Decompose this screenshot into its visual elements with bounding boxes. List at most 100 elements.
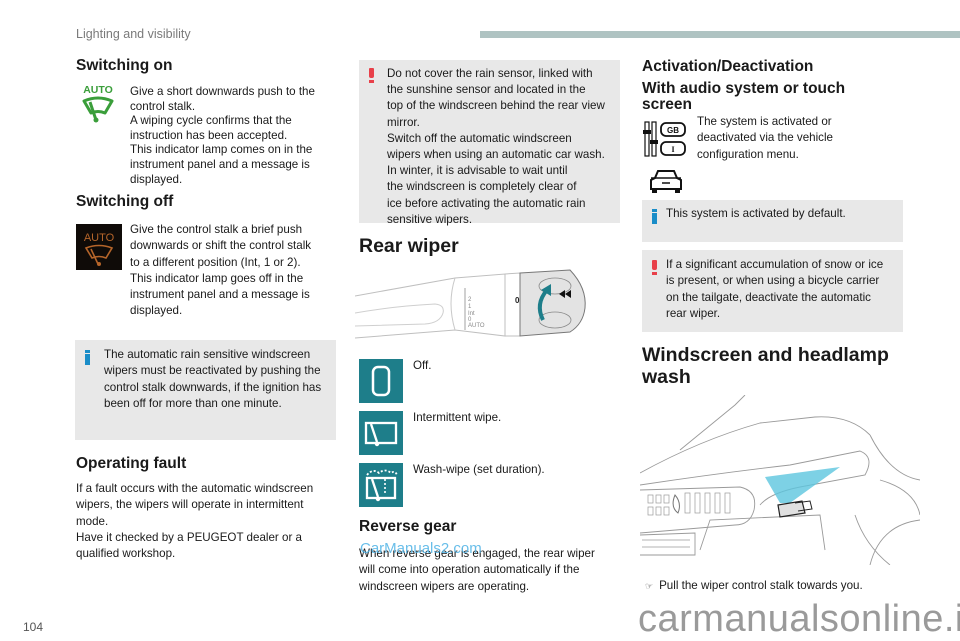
text-line: If a significant accumulation of snow or… xyxy=(666,258,884,271)
warning-icon xyxy=(652,260,657,275)
text-line: Have it checked by a PEUGEOT dealer or a xyxy=(76,530,302,544)
text-line: rear wiper. xyxy=(666,306,721,320)
intermittent-wipe-icon xyxy=(359,411,403,455)
text-line: is present, or when using a bicycle carr… xyxy=(666,274,880,288)
audio-system-title: With audio system or touch screen xyxy=(642,81,845,113)
info-icon xyxy=(652,209,657,224)
text-line: mirror. xyxy=(387,115,420,129)
mode-label-off: Off. xyxy=(413,359,432,372)
text-line: displayed. xyxy=(130,172,183,186)
auto-wiper-on-icon: AUTO xyxy=(80,84,120,126)
wiper-stalk-illustration: 2 1 Int 0 AUTO 0 xyxy=(355,269,586,339)
mode-label-intermittent: Intermittent wipe. xyxy=(413,411,502,424)
text-line: to a different position (Int, 1 or 2). xyxy=(130,255,301,269)
footer-watermark[interactable]: carmanualsonline.info xyxy=(638,598,960,641)
text-line: wipers when using an automatic car wash. xyxy=(387,148,605,162)
text-line: deactivated via the vehicle xyxy=(697,131,833,145)
text-line: will come into operation automatically i… xyxy=(359,563,580,577)
title-line: With audio system or touch xyxy=(642,80,846,97)
reverse-gear-title: Reverse gear xyxy=(359,518,457,535)
text-line: mode. xyxy=(76,514,109,528)
text-line: instrument panel and a message is xyxy=(130,157,310,171)
text-line: the sunshine sensor and located in the xyxy=(387,83,586,97)
text-line: top of the windscreen behind the rear vi… xyxy=(387,99,605,113)
info-note-default: This system is activated by default. xyxy=(642,200,903,242)
auto-label: AUTO xyxy=(83,84,113,96)
switching-on-title: Switching on xyxy=(76,57,173,74)
header-bar xyxy=(480,31,960,38)
warning-icon xyxy=(369,68,374,83)
stalk-label: 2 xyxy=(468,297,472,303)
switching-off-text: Give the control stalk a brief push down… xyxy=(130,222,345,320)
text-line: Do not cover the rain sensor, linked wit… xyxy=(387,67,593,80)
warning-note-rear-wiper: If a significant accumulation of snow or… xyxy=(642,250,903,332)
page-number: 104 xyxy=(23,620,44,634)
watermark-link[interactable]: CarManuals2.com xyxy=(360,540,482,557)
windscreen-headlamp-wash-title: Windscreen and headlamp wash xyxy=(642,344,889,388)
text-line: instruction has been accepted. xyxy=(130,128,288,142)
stalk-label: 1 xyxy=(468,304,472,310)
switching-on-text: Give a short downwards push to the contr… xyxy=(130,85,340,187)
info-note: The automatic rain sensitive windscreen … xyxy=(75,340,336,440)
text-line: This indicator lamp comes on in the xyxy=(130,143,313,157)
wiper-icon xyxy=(84,244,114,266)
text-line: This system is activated by default. xyxy=(666,207,846,220)
mode-label-wash-wipe: Wash-wipe (set duration). xyxy=(413,463,545,476)
title-line: screen xyxy=(642,96,692,113)
section-header: Lighting and visibility xyxy=(76,27,191,41)
text-line: wipers, the wipers will operate in inter… xyxy=(76,498,304,512)
text-line: configuration menu. xyxy=(697,147,799,161)
i-label: I xyxy=(671,145,674,154)
text-line: control stalk downwards, if the ignition… xyxy=(104,380,322,394)
auto-wiper-off-icon: AUTO xyxy=(76,224,122,270)
text-line: Give the control stalk a brief push xyxy=(130,223,303,236)
title-line: wash xyxy=(642,366,691,388)
wash-instruction-text: Pull the wiper control stalk towards you… xyxy=(659,579,863,592)
text-line: windscreen wipers are operating. xyxy=(359,579,530,593)
rear-wiper-title: Rear wiper xyxy=(359,235,459,257)
warning-note-text: Do not cover the rain sensor, linked wit… xyxy=(387,66,614,228)
text-line: In winter, it is advisable to wait until xyxy=(387,164,568,178)
text-line: qualified workshop. xyxy=(76,547,176,561)
info-note-text: This system is activated by default. xyxy=(666,207,897,222)
gb-label: GB xyxy=(667,126,679,135)
text-line: on the tailgate, deactivate the automati… xyxy=(666,290,871,304)
switching-off-title: Switching off xyxy=(76,193,174,210)
text-line: This indicator lamp goes off in the xyxy=(130,271,304,285)
warning-note: Do not cover the rain sensor, linked wit… xyxy=(359,60,620,226)
operating-fault-text: If a fault occurs with the automatic win… xyxy=(76,481,346,562)
activation-title: Activation/Deactivation xyxy=(642,58,814,75)
audio-system-text: The system is activated or deactivated v… xyxy=(697,114,897,163)
text-line: downwards or shift the control stalk xyxy=(130,239,312,253)
title-line: Windscreen and headlamp xyxy=(642,344,889,366)
wash-wipe-icon xyxy=(359,463,403,507)
text-line: the windscreen is completely clear of xyxy=(387,180,577,194)
car-icon xyxy=(648,168,684,194)
stalk-label: AUTO xyxy=(468,323,485,329)
text-line: instrument panel and a message is xyxy=(130,288,310,302)
info-icon xyxy=(85,350,90,365)
text-line: been off for more than one minute. xyxy=(104,396,282,410)
wash-instruction: ☞ Pull the wiper control stalk towards yo… xyxy=(645,579,863,594)
wiper-icon xyxy=(82,96,114,123)
text-line: The system is activated or xyxy=(697,115,832,128)
info-note-text: The automatic rain sensitive windscreen … xyxy=(104,347,330,412)
text-line: displayed. xyxy=(130,304,183,318)
pointing-hand-icon: ☞ xyxy=(645,581,654,591)
text-line: sensitive wipers. xyxy=(387,212,473,226)
text-line: ice before activating the automatic rain xyxy=(387,196,586,210)
warning-note-text: If a significant accumulation of snow or… xyxy=(666,257,897,322)
audio-settings-icon: GB I xyxy=(643,120,689,160)
operating-fault-title: Operating fault xyxy=(76,455,187,472)
ring-label: 0 xyxy=(515,296,520,305)
off-icon xyxy=(359,359,403,403)
text-line: The automatic rain sensitive windscreen xyxy=(104,348,311,361)
text-line: wipers must be reactivated by pushing th… xyxy=(104,364,321,378)
text-line: Give a short downwards push to the xyxy=(130,85,315,98)
auto-label: AUTO xyxy=(83,232,115,244)
car-front-wash-illustration xyxy=(640,395,920,565)
text-line: Switch off the automatic windscreen xyxy=(387,131,572,145)
text-line: If a fault occurs with the automatic win… xyxy=(76,482,314,495)
text-line: A wiping cycle confirms that the xyxy=(130,114,292,128)
text-line: control stalk. xyxy=(130,99,196,113)
